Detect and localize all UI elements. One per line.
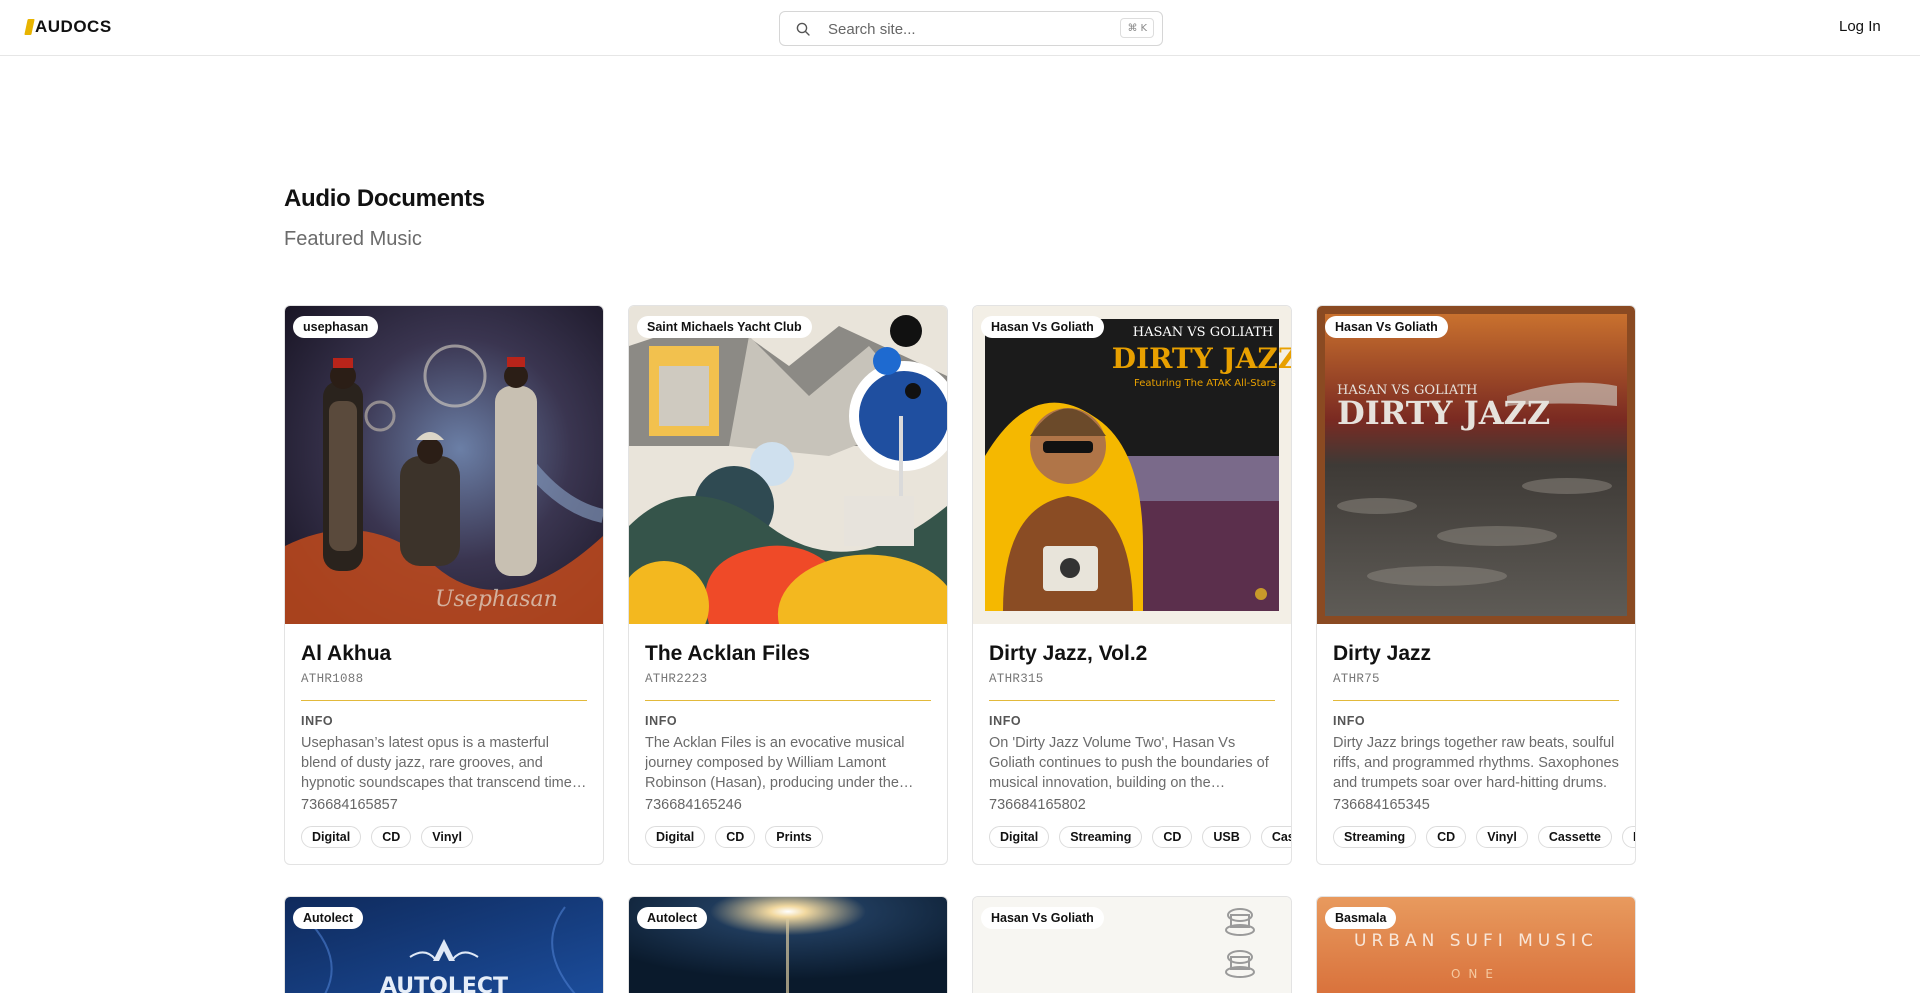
divider <box>301 700 587 701</box>
logo[interactable]: AUDOCS <box>24 17 112 37</box>
art-text: AUTOLECT <box>380 974 508 993</box>
artist-label-chip[interactable]: Autolect <box>637 907 707 929</box>
format-tag[interactable]: CD <box>1426 826 1467 848</box>
artist-label-chip[interactable]: Hasan Vs Goliath <box>1325 316 1448 338</box>
format-tag[interactable]: Digital <box>645 826 706 848</box>
artist-label-chip[interactable]: Hasan Vs Goliath <box>981 316 1104 338</box>
album-art[interactable]: HASAN VS GOLIATH DIRTY JAZZ Hasan Vs Gol… <box>1317 306 1635 624</box>
art-text: HASAN VS GOLIATH <box>1133 325 1273 340</box>
album-card[interactable]: HASAN VS GOLIATH DIRTY JAZZ Featuring Th… <box>972 305 1292 865</box>
artist-label-chip[interactable]: Saint Michaels Yacht Club <box>637 316 812 338</box>
artist-label-chip[interactable]: Basmala <box>1325 907 1397 929</box>
format-tag[interactable]: Prints <box>1621 826 1635 848</box>
format-tag[interactable]: Vinyl <box>1476 826 1528 848</box>
format-tag[interactable]: Digital <box>301 826 362 848</box>
artist-label-chip[interactable]: Autolect <box>293 907 363 929</box>
shortcut-key: K <box>1140 22 1147 34</box>
album-title[interactable]: Al Akhua <box>301 642 587 666</box>
format-tag[interactable]: Prints <box>765 826 823 848</box>
logo-text: AUDOCS <box>35 17 112 36</box>
album-card[interactable]: Usephasan usephasan Al Akhua ATHR1088 IN… <box>284 305 604 865</box>
format-tag[interactable]: Streaming <box>1333 826 1417 848</box>
album-art-image: HASAN VS GOLIATH DIRTY JAZZ <box>1317 306 1635 624</box>
info-label: INFO <box>1333 714 1366 728</box>
barcode-number: 736684165246 <box>645 797 742 813</box>
format-tag[interactable]: Digital <box>989 826 1050 848</box>
format-tags: Digital CD Prints <box>645 826 947 848</box>
barcode-number: 736684165345 <box>1333 797 1430 813</box>
album-art[interactable]: URBAN SUFI MUSIC ONE Basmala <box>1317 897 1635 993</box>
format-tags: Streaming CD Vinyl Cassette Prints <box>1333 826 1635 848</box>
album-description: On 'Dirty Jazz Volume Two', Hasan Vs Gol… <box>989 735 1269 791</box>
artist-label-chip[interactable]: Hasan Vs Goliath <box>981 907 1104 929</box>
album-card[interactable]: Autolect <box>628 896 948 993</box>
format-tag[interactable]: Cassette <box>1260 826 1291 848</box>
catalog-code: ATHR1088 <box>301 672 364 686</box>
format-tag[interactable]: USB <box>1202 826 1251 848</box>
catalog-code: ATHR315 <box>989 672 1044 686</box>
album-description: The Acklan Files is an evocative musical… <box>645 735 905 791</box>
divider <box>645 700 931 701</box>
album-art-image: HASAN VS GOLIATH DIRTY JAZZ Featuring Th… <box>973 306 1291 624</box>
album-description: Usephasan’s latest opus is a masterful b… <box>301 735 572 791</box>
format-tag[interactable]: CD <box>371 826 412 848</box>
art-text: URBAN SUFI MUSIC <box>1354 931 1598 951</box>
album-art[interactable]: AUTOLECT Autolect <box>285 897 603 993</box>
album-card[interactable]: AUTOLECT Autolect <box>284 896 604 993</box>
catalog-code: ATHR2223 <box>645 672 708 686</box>
catalog-code: ATHR75 <box>1333 672 1380 686</box>
format-tags: Digital Streaming CD USB Cassette <box>989 826 1291 848</box>
info-label: INFO <box>989 714 1022 728</box>
album-art[interactable]: HASAN VS GOLIATH DIRTY JAZZ Featuring Th… <box>973 306 1291 624</box>
album-title[interactable]: Dirty Jazz, Vol.2 <box>989 642 1275 666</box>
album-card[interactable]: Hasan Vs Goliath <box>972 896 1292 993</box>
search-box[interactable]: ⌘ K <box>779 11 1163 46</box>
art-text: Featuring The ATAK All-Stars <box>1134 378 1276 389</box>
barcode-number: 736684165802 <box>989 797 1086 813</box>
album-art-image: Usephasan <box>285 306 603 624</box>
album-card[interactable]: HASAN VS GOLIATH DIRTY JAZZ Hasan Vs Gol… <box>1316 305 1636 865</box>
svg-text:Usephasan: Usephasan <box>435 587 558 612</box>
album-art[interactable]: Autolect <box>629 897 947 993</box>
album-description: Dirty Jazz brings together raw beats, so… <box>1333 735 1619 791</box>
album-art[interactable]: Saint Michaels Yacht Club <box>629 306 947 624</box>
command-key-icon: ⌘ <box>1127 22 1138 34</box>
shortcut-hint: ⌘ K <box>1120 18 1154 38</box>
album-art[interactable]: Hasan Vs Goliath <box>973 897 1291 993</box>
album-title[interactable]: The Acklan Files <box>645 642 931 666</box>
art-text: ONE <box>1451 967 1501 981</box>
page-subtitle: Featured Music <box>284 228 422 250</box>
format-tag[interactable]: CD <box>715 826 756 848</box>
info-label: INFO <box>301 714 334 728</box>
album-title[interactable]: Dirty Jazz <box>1333 642 1619 666</box>
artist-label-chip[interactable]: usephasan <box>293 316 379 338</box>
album-art[interactable]: Usephasan usephasan <box>285 306 603 624</box>
search-icon <box>796 22 810 36</box>
format-tag[interactable]: Streaming <box>1059 826 1143 848</box>
art-text: DIRTY JAZZ <box>1337 394 1550 432</box>
album-card[interactable]: URBAN SUFI MUSIC ONE Basmala <box>1316 896 1636 993</box>
top-bar: AUDOCS ⌘ K Log In <box>0 0 1920 56</box>
barcode-number: 736684165857 <box>301 797 398 813</box>
divider <box>1333 700 1619 701</box>
format-tag[interactable]: CD <box>1152 826 1193 848</box>
search-input[interactable] <box>828 18 1088 40</box>
format-tag[interactable]: Vinyl <box>421 826 473 848</box>
album-card[interactable]: Saint Michaels Yacht Club The Acklan Fil… <box>628 305 948 865</box>
divider <box>989 700 1275 701</box>
login-link[interactable]: Log In <box>1839 18 1881 35</box>
logo-mark-icon <box>24 19 35 35</box>
format-tag[interactable]: Cassette <box>1537 826 1612 848</box>
page-title: Audio Documents <box>284 185 485 212</box>
album-art-image <box>629 306 947 624</box>
format-tags: Digital CD Vinyl <box>301 826 603 848</box>
info-label: INFO <box>645 714 678 728</box>
art-text: DIRTY JAZZ <box>1112 342 1291 375</box>
